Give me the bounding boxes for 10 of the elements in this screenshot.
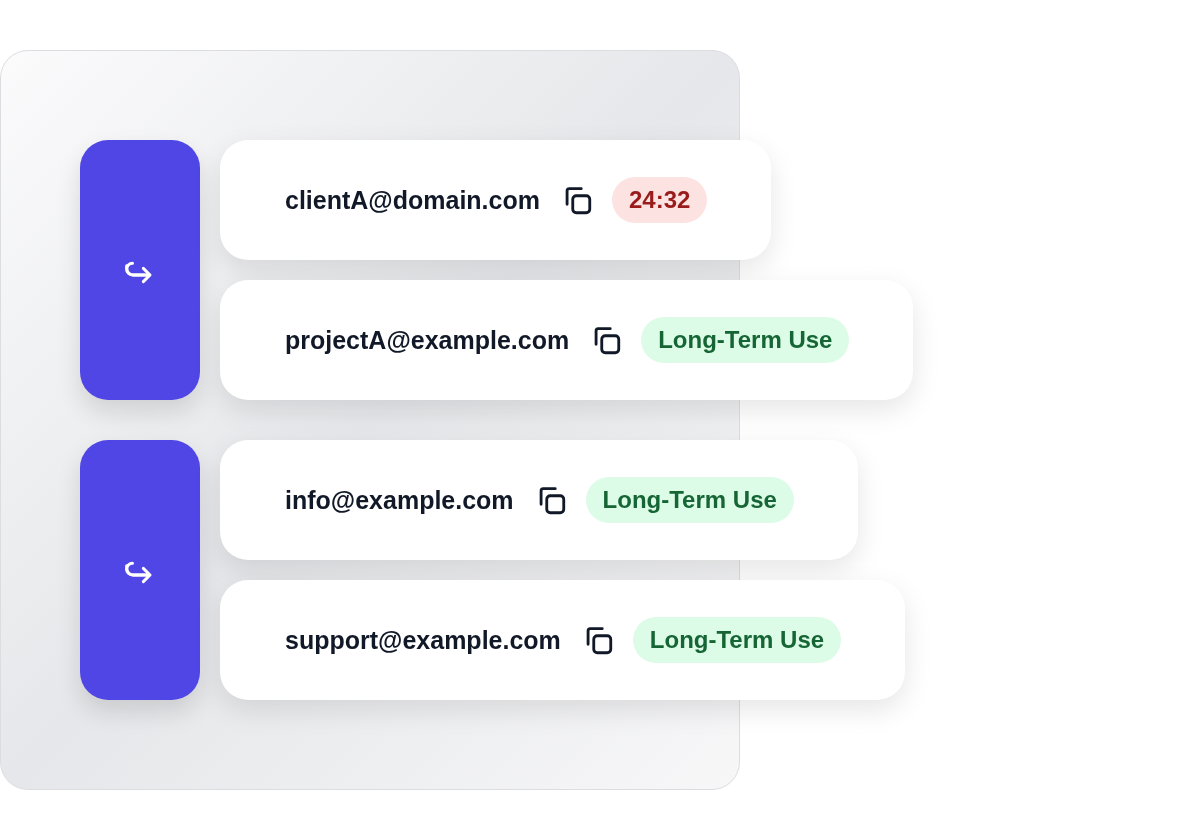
status-badge: 24:32 xyxy=(611,177,708,223)
email-address: projectA@example.com xyxy=(285,325,570,355)
status-badge: Long-Term Use xyxy=(632,617,842,663)
status-badge: Long-Term Use xyxy=(641,317,850,363)
email-address: clientA@domain.com xyxy=(285,185,540,215)
email-address: support@example.com xyxy=(285,625,561,655)
forward-button[interactable] xyxy=(80,140,200,400)
status-badge: Long-Term Use xyxy=(585,477,794,523)
forward-button[interactable] xyxy=(80,440,200,700)
email-address: info@example.com xyxy=(285,485,514,515)
